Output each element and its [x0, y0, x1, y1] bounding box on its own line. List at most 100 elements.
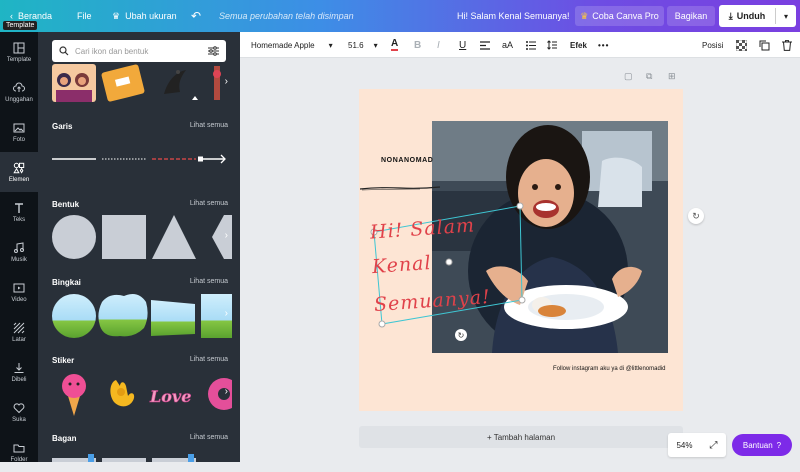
position-button[interactable]: Posisi — [702, 32, 723, 58]
rail-item-music[interactable]: Musik — [0, 232, 38, 272]
heart-icon — [13, 402, 25, 413]
add-page-button[interactable]: + Tambah halaman — [359, 426, 683, 448]
see-all-charts[interactable]: Lihat semua — [190, 434, 228, 441]
resize-button[interactable]: ♛ Ubah ukuran — [112, 0, 177, 32]
note-icon[interactable]: ▢ — [624, 71, 633, 82]
rail-item-elements[interactable]: Elemen — [0, 152, 38, 192]
saved-status: Semua perubahan telah disimpan — [219, 11, 354, 21]
chevron-right-icon[interactable]: › — [225, 230, 228, 241]
home-label: Beranda — [18, 11, 53, 21]
rail-item-text[interactable]: Teks — [0, 192, 38, 232]
background-icon — [13, 322, 25, 333]
list-icon — [526, 40, 536, 50]
shape-options[interactable] — [52, 214, 232, 260]
help-button[interactable]: Bantuan ? — [732, 434, 792, 456]
letter-case-icon: aA — [502, 40, 514, 50]
chevron-down-icon[interactable]: ▾ — [776, 12, 796, 21]
letter-case-button[interactable]: aA — [502, 32, 513, 58]
crown-icon: ♛ — [112, 10, 121, 21]
font-family-value: Homemade Apple — [251, 40, 315, 50]
side-rail: Template Unggahan Foto Elemen Teks Musik… — [0, 32, 38, 463]
chart-options[interactable] — [52, 452, 232, 462]
rail-item-upload[interactable]: Unggahan — [0, 72, 38, 112]
rail-item-likes[interactable]: Suka — [0, 392, 38, 432]
rail-label: Teks — [12, 216, 26, 223]
font-family-dropdown[interactable]: Homemade Apple ▾ — [251, 32, 333, 58]
italic-button[interactable]: I — [437, 32, 440, 58]
crown-icon: ♛ — [580, 10, 589, 21]
align-left-icon — [480, 40, 490, 50]
search-input[interactable]: Cari ikon dan bentuk — [75, 47, 202, 56]
handwritten-line-2[interactable]: Kenal — [371, 252, 432, 278]
rail-label: Musik — [11, 256, 27, 263]
transparency-icon — [736, 39, 747, 51]
list-button[interactable] — [526, 32, 536, 58]
rail-item-purchased[interactable]: Dibeli — [0, 352, 38, 392]
chevron-right-icon[interactable]: › — [225, 386, 228, 397]
download-icon: ⤓ — [728, 10, 733, 21]
elements-icon — [13, 162, 25, 174]
more-options-button[interactable]: ••• — [598, 32, 609, 58]
duplicate-button[interactable] — [759, 32, 770, 58]
rail-item-video[interactable]: Video — [0, 272, 38, 312]
rail-label: Video — [11, 296, 27, 303]
rail-label: Suka — [12, 416, 26, 423]
effects-button[interactable]: Efek — [570, 32, 587, 58]
download-button[interactable]: ⤓ Unduh ▾ — [719, 5, 796, 27]
section-title-lines: Garis — [52, 122, 73, 131]
line-options[interactable] — [52, 152, 232, 166]
sticker-love-text: Love — [149, 387, 191, 406]
see-all-shapes[interactable]: Lihat semua — [190, 200, 228, 207]
rail-label: Dibeli — [11, 376, 27, 383]
rail-item-folder[interactable]: Folder — [0, 432, 38, 472]
design-title[interactable]: Hi! Salam Kenal Semuanya! — [457, 0, 570, 32]
try-pro-button[interactable]: ♛ Coba Canva Pro — [575, 6, 664, 26]
search-box[interactable]: Cari ikon dan bentuk — [52, 40, 226, 62]
transparency-button[interactable] — [736, 32, 747, 58]
copy-icon — [759, 40, 770, 50]
file-menu[interactable]: File — [77, 0, 92, 32]
text-color-button[interactable]: A — [391, 32, 399, 58]
share-button[interactable]: Bagikan — [667, 6, 715, 26]
add-page-icon[interactable]: ⊞ — [668, 71, 676, 82]
chevron-right-icon[interactable]: › — [225, 308, 228, 319]
copy-page-icon[interactable]: ⧉ — [646, 71, 652, 82]
zoom-level[interactable]: 54% — [676, 441, 692, 450]
video-icon — [13, 283, 25, 292]
help-label: Bantuan — [742, 440, 773, 450]
sticker-options[interactable]: Love — [52, 370, 232, 418]
section-title-stickers: Stiker — [52, 356, 75, 365]
bold-button[interactable]: B — [414, 32, 421, 58]
rail-item-background[interactable]: Latar — [0, 312, 38, 352]
filter-icon[interactable] — [208, 46, 219, 56]
elements-panel: Cari ikon dan bentuk › Garis Lihat semua… — [38, 32, 240, 462]
purchased-icon — [14, 362, 24, 373]
tooltip: Template — [3, 21, 38, 30]
music-icon — [14, 241, 24, 253]
section-title-shapes: Bentuk — [52, 200, 80, 209]
brand-text[interactable]: NONANOMAD — [381, 157, 433, 164]
photo-icon — [13, 123, 25, 132]
chevron-right-icon[interactable]: › — [225, 76, 228, 87]
rotate-handle-icon[interactable]: ↻ — [455, 329, 467, 341]
text-color-icon: A — [391, 38, 399, 51]
font-size-dropdown[interactable]: 51.6 ▾ — [348, 32, 378, 58]
see-all-stickers[interactable]: Lihat semua — [190, 356, 228, 363]
rail-item-template[interactable]: Template — [0, 32, 38, 72]
illustration-row[interactable] — [52, 64, 232, 104]
spacing-button[interactable] — [547, 32, 557, 58]
frame-options[interactable] — [52, 292, 232, 340]
section-title-charts: Bagan — [52, 434, 77, 443]
underline-button[interactable]: U — [459, 32, 466, 58]
zoom-control[interactable]: 54% ⤢ — [668, 433, 726, 457]
align-button[interactable] — [480, 32, 490, 58]
see-all-frames[interactable]: Lihat semua — [190, 278, 228, 285]
refresh-icon[interactable]: ↻ — [688, 208, 704, 224]
undo-button[interactable]: ↶ — [191, 0, 201, 32]
delete-button[interactable] — [782, 32, 792, 58]
expand-icon[interactable]: ⤢ — [709, 440, 717, 451]
decorative-brush-line — [360, 186, 440, 191]
see-all-lines[interactable]: Lihat semua — [190, 122, 228, 129]
rail-item-photo[interactable]: Foto — [0, 112, 38, 152]
footer-text[interactable]: Follow instagram aku ya di @littlenomadi… — [553, 366, 665, 372]
